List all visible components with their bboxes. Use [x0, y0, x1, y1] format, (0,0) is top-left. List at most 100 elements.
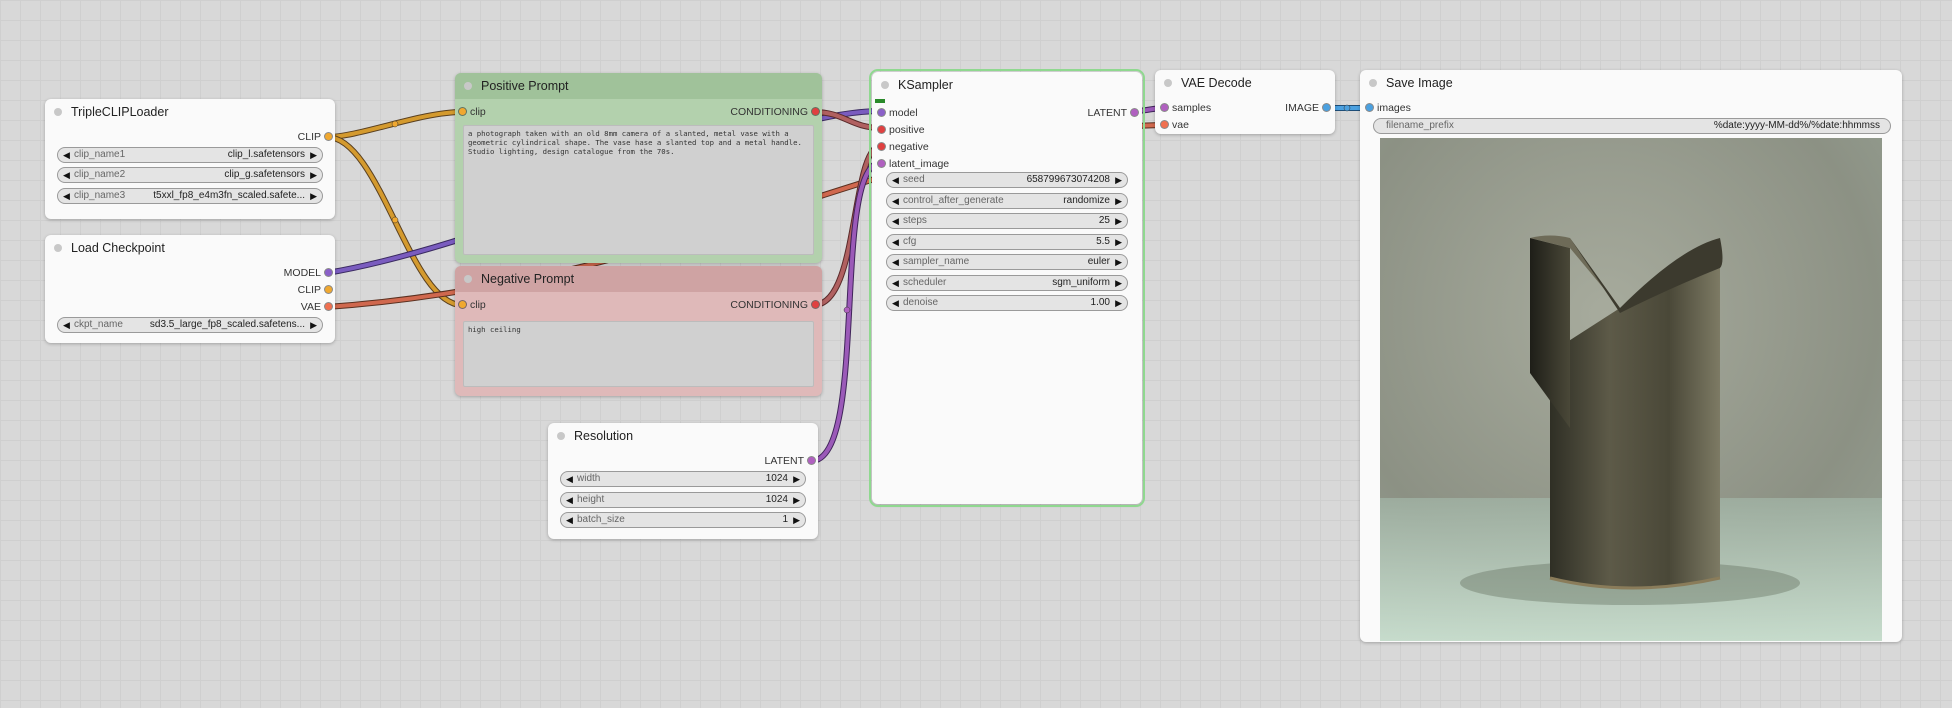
widget-steps[interactable]: ◀ steps 25 ▶: [886, 213, 1128, 229]
pin-icon[interactable]: [1323, 104, 1330, 111]
node-title-bar[interactable]: Positive Prompt: [455, 73, 822, 99]
output-clip[interactable]: CLIP: [298, 130, 332, 144]
pin-icon[interactable]: [1366, 104, 1373, 111]
widget-control-after-generate[interactable]: ◀ control_after_generate randomize ▶: [886, 193, 1128, 209]
node-title-bar[interactable]: Save Image: [1360, 70, 1902, 96]
pin-icon[interactable]: [325, 133, 332, 140]
arrow-right-icon[interactable]: ▶: [793, 513, 800, 527]
output-latent[interactable]: LATENT: [765, 454, 815, 468]
pin-icon[interactable]: [878, 109, 885, 116]
pin-icon[interactable]: [325, 286, 332, 293]
collapse-dot-icon[interactable]: [54, 244, 62, 252]
node-ksampler[interactable]: KSampler model LATENT positive negative …: [869, 69, 1145, 507]
collapse-dot-icon[interactable]: [464, 82, 472, 90]
pin-icon[interactable]: [812, 108, 819, 115]
collapse-dot-icon[interactable]: [557, 432, 565, 440]
input-clip[interactable]: clip: [459, 298, 486, 312]
widget-seed[interactable]: ◀ seed 658799673074208 ▶: [886, 172, 1128, 188]
pin-icon[interactable]: [1131, 109, 1138, 116]
arrow-right-icon[interactable]: ▶: [1115, 235, 1122, 249]
input-negative[interactable]: negative: [878, 140, 929, 154]
arrow-left-icon[interactable]: ◀: [892, 296, 899, 310]
arrow-left-icon[interactable]: ◀: [63, 318, 70, 332]
pin-icon[interactable]: [1161, 104, 1168, 111]
output-vae[interactable]: VAE: [301, 300, 332, 314]
arrow-right-icon[interactable]: ▶: [793, 493, 800, 507]
node-title-bar[interactable]: TripleCLIPLoader: [45, 99, 335, 125]
arrow-left-icon[interactable]: ◀: [892, 173, 899, 187]
prompt-textarea[interactable]: a photograph taken with an old 8mm camer…: [463, 125, 814, 255]
arrow-left-icon[interactable]: ◀: [892, 194, 899, 208]
node-title-bar[interactable]: Resolution: [548, 423, 818, 449]
input-images[interactable]: images: [1366, 101, 1411, 115]
input-model[interactable]: model: [878, 106, 918, 120]
pin-icon[interactable]: [878, 160, 885, 167]
node-resolution[interactable]: Resolution LATENT ◀ width 1024 ▶ ◀ heigh…: [548, 423, 818, 539]
input-clip[interactable]: clip: [459, 105, 486, 119]
arrow-right-icon[interactable]: ▶: [1115, 214, 1122, 228]
arrow-right-icon[interactable]: ▶: [1115, 194, 1122, 208]
widget-clip-name1[interactable]: ◀ clip_name1 clip_l.safetensors ▶: [57, 147, 323, 163]
widget-filename-prefix[interactable]: filename_prefix %date:yyyy-MM-dd%/%date:…: [1373, 118, 1891, 134]
widget-scheduler[interactable]: ◀ scheduler sgm_uniform ▶: [886, 275, 1128, 291]
arrow-left-icon[interactable]: ◀: [892, 255, 899, 269]
arrow-right-icon[interactable]: ▶: [1115, 276, 1122, 290]
pin-icon[interactable]: [808, 457, 815, 464]
arrow-left-icon[interactable]: ◀: [63, 189, 70, 203]
arrow-right-icon[interactable]: ▶: [1115, 173, 1122, 187]
node-title-bar[interactable]: VAE Decode: [1155, 70, 1335, 96]
arrow-right-icon[interactable]: ▶: [310, 189, 317, 203]
collapse-dot-icon[interactable]: [54, 108, 62, 116]
arrow-left-icon[interactable]: ◀: [566, 472, 573, 486]
arrow-left-icon[interactable]: ◀: [63, 148, 70, 162]
node-negative-prompt[interactable]: Negative Prompt clip CONDITIONING high c…: [455, 266, 822, 396]
widget-height[interactable]: ◀ height 1024 ▶: [560, 492, 806, 508]
output-clip[interactable]: CLIP: [298, 283, 332, 297]
arrow-right-icon[interactable]: ▶: [1115, 255, 1122, 269]
output-latent[interactable]: LATENT: [1088, 106, 1138, 120]
arrow-right-icon[interactable]: ▶: [310, 148, 317, 162]
widget-width[interactable]: ◀ width 1024 ▶: [560, 471, 806, 487]
widget-denoise[interactable]: ◀ denoise 1.00 ▶: [886, 295, 1128, 311]
widget-clip-name2[interactable]: ◀ clip_name2 clip_g.safetensors ▶: [57, 167, 323, 183]
widget-sampler-name[interactable]: ◀ sampler_name euler ▶: [886, 254, 1128, 270]
output-model[interactable]: MODEL: [284, 266, 332, 280]
node-positive-prompt[interactable]: Positive Prompt clip CONDITIONING a phot…: [455, 73, 822, 263]
collapse-dot-icon[interactable]: [881, 81, 889, 89]
output-conditioning[interactable]: CONDITIONING: [730, 298, 819, 312]
input-samples[interactable]: samples: [1161, 101, 1211, 115]
collapse-dot-icon[interactable]: [1369, 79, 1377, 87]
widget-ckpt-name[interactable]: ◀ ckpt_name sd3.5_large_fp8_scaled.safet…: [57, 317, 323, 333]
pin-icon[interactable]: [878, 126, 885, 133]
prompt-textarea[interactable]: high ceiling: [463, 321, 814, 387]
arrow-left-icon[interactable]: ◀: [892, 235, 899, 249]
output-image[interactable]: IMAGE: [1285, 101, 1330, 115]
pin-icon[interactable]: [325, 269, 332, 276]
pin-icon[interactable]: [325, 303, 332, 310]
arrow-right-icon[interactable]: ▶: [310, 318, 317, 332]
arrow-left-icon[interactable]: ◀: [566, 493, 573, 507]
pin-icon[interactable]: [459, 301, 466, 308]
widget-clip-name3[interactable]: ◀ clip_name3 t5xxl_fp8_e4m3fn_scaled.saf…: [57, 188, 323, 204]
node-load-checkpoint[interactable]: Load Checkpoint MODEL CLIP VAE ◀ ckpt_na…: [45, 235, 335, 343]
pin-icon[interactable]: [878, 143, 885, 150]
input-vae[interactable]: vae: [1161, 118, 1189, 132]
arrow-left-icon[interactable]: ◀: [566, 513, 573, 527]
output-image-preview[interactable]: [1380, 138, 1882, 641]
collapse-dot-icon[interactable]: [464, 275, 472, 283]
collapse-dot-icon[interactable]: [1164, 79, 1172, 87]
output-conditioning[interactable]: CONDITIONING: [730, 105, 819, 119]
pin-icon[interactable]: [459, 108, 466, 115]
input-latent-image[interactable]: latent_image: [878, 157, 949, 171]
arrow-right-icon[interactable]: ▶: [1115, 296, 1122, 310]
pin-icon[interactable]: [1161, 121, 1168, 128]
arrow-left-icon[interactable]: ◀: [892, 214, 899, 228]
node-triple-clip-loader[interactable]: TripleCLIPLoader CLIP ◀ clip_name1 clip_…: [45, 99, 335, 219]
input-positive[interactable]: positive: [878, 123, 925, 137]
arrow-right-icon[interactable]: ▶: [793, 472, 800, 486]
pin-icon[interactable]: [812, 301, 819, 308]
node-title-bar[interactable]: Load Checkpoint: [45, 235, 335, 261]
node-vae-decode[interactable]: VAE Decode samples IMAGE vae: [1155, 70, 1335, 134]
widget-cfg[interactable]: ◀ cfg 5.5 ▶: [886, 234, 1128, 250]
node-title-bar[interactable]: KSampler: [872, 72, 1142, 103]
